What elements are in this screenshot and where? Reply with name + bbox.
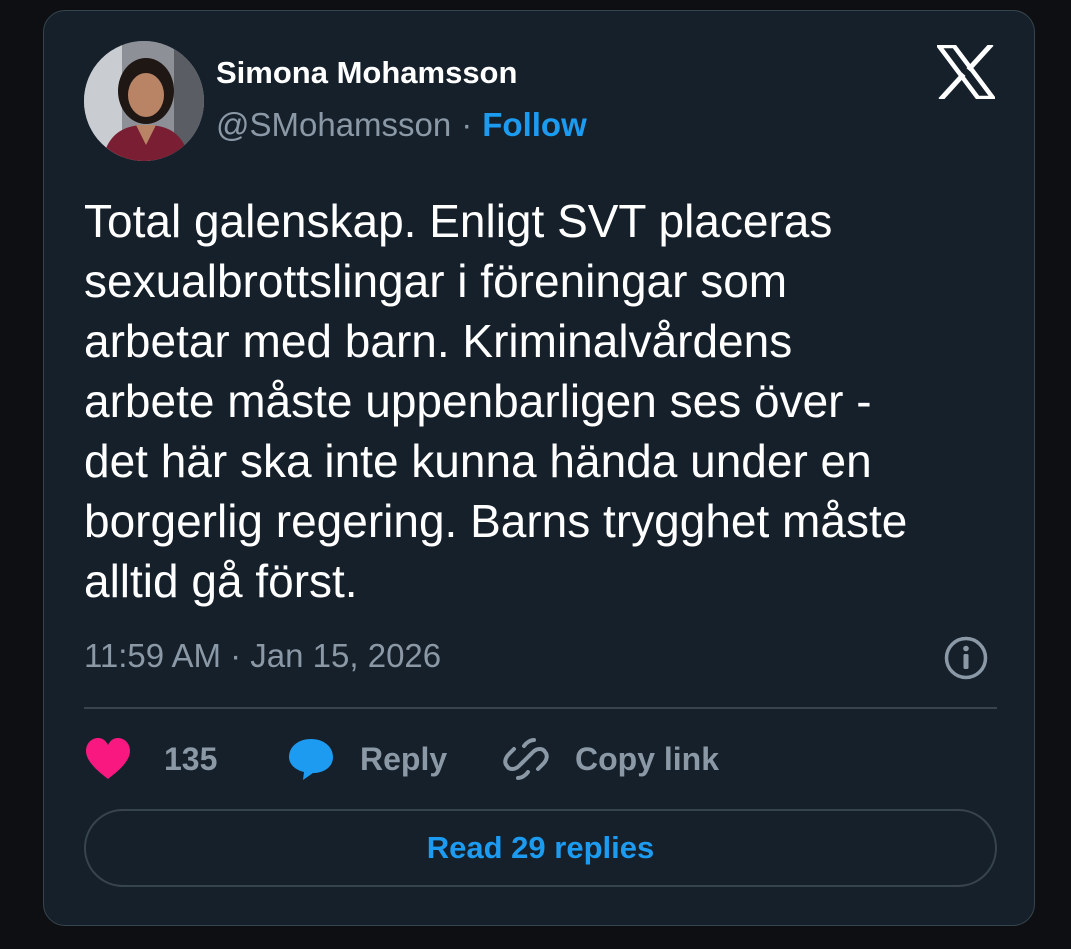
reply-label: Reply — [360, 740, 448, 777]
action-bar: 135 Reply Copy link — [84, 731, 997, 787]
tweet-text: Total galenskap. Enligt SVT placeras sex… — [84, 195, 908, 607]
like-count: 135 — [164, 740, 218, 777]
avatar[interactable] — [84, 41, 204, 161]
x-logo-icon[interactable] — [937, 45, 995, 99]
divider — [84, 707, 997, 709]
author-meta: @SMohamsson · Follow — [216, 106, 587, 144]
separator: · — [461, 106, 473, 143]
like-button[interactable]: 135 — [84, 731, 217, 787]
copy-link-label: Copy link — [575, 740, 720, 777]
read-replies-label: Read 29 replies — [426, 830, 655, 865]
reply-button[interactable]: Reply — [287, 731, 447, 787]
follow-button[interactable]: Follow — [482, 106, 586, 143]
heart-icon — [86, 738, 130, 779]
read-replies-button[interactable]: Read 29 replies — [84, 809, 997, 887]
tweet-card: Simona Mohamsson @SMohamsson · Follow Tota… — [43, 10, 1035, 926]
info-icon[interactable] — [943, 635, 989, 681]
link-icon — [503, 738, 549, 780]
copy-link-button[interactable]: Copy link — [502, 731, 719, 787]
author-name[interactable]: Simona Mohamsson — [216, 55, 517, 91]
tweet-timestamp[interactable]: 11:59 AM · Jan 15, 2026 — [84, 637, 441, 675]
author-handle[interactable]: @SMohamsson — [216, 106, 451, 143]
speech-bubble-icon — [289, 739, 333, 780]
avatar-photo — [84, 41, 204, 161]
